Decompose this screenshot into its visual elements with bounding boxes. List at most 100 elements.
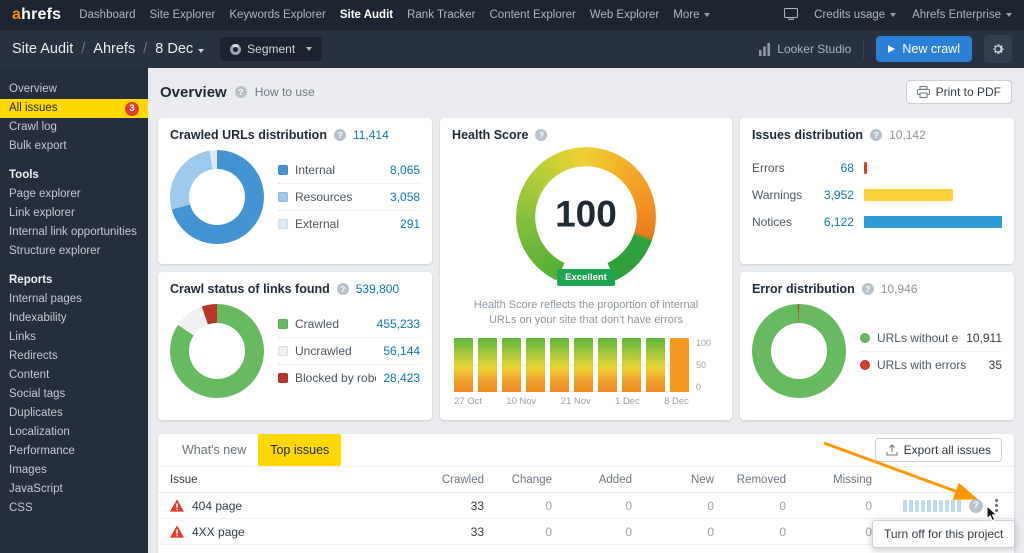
sidebar-item-bulk-export[interactable]: Bulk export <box>0 137 148 156</box>
error-severity-icon <box>170 525 184 538</box>
sidebar-item-all-issues[interactable]: All issues3 <box>0 99 148 118</box>
nav-site-audit[interactable]: Site Audit <box>340 9 393 21</box>
sidebar-item-social-tags[interactable]: Social tags <box>0 385 148 404</box>
notices-bar[interactable] <box>864 216 1002 228</box>
crawled-urls-donut-chart[interactable] <box>170 150 264 244</box>
crawl-date-selector[interactable]: 8 Dec <box>155 41 204 57</box>
page-header: Overview How to use Print to PDF <box>160 80 1012 104</box>
issue-name[interactable]: 404 page <box>192 499 242 513</box>
enterprise-menu[interactable]: Ahrefs Enterprise <box>912 9 1012 21</box>
nav-dashboard[interactable]: Dashboard <box>79 9 135 21</box>
how-to-use-link[interactable]: How to use <box>255 85 315 99</box>
sidebar-item-javascript[interactable]: JavaScript <box>0 480 148 499</box>
chevron-down-icon <box>1006 13 1012 17</box>
distribution-row-notices: Notices 6,122 <box>752 208 1002 235</box>
sidebar-section-tools: Tools <box>0 166 148 185</box>
segment-button[interactable]: Segment <box>220 37 322 61</box>
health-history-y-axis: 100 50 0 <box>696 338 718 392</box>
sidebar-item-link-explorer[interactable]: Link explorer <box>0 204 148 223</box>
issue-help-icon[interactable] <box>969 499 983 513</box>
new-crawl-button[interactable]: New crawl <box>876 36 972 62</box>
toolbar-right: Looker Studio New crawl <box>758 35 1012 63</box>
error-distribution-card: Error distribution 10,946 URLs without e… <box>740 272 1014 420</box>
breadcrumb-project[interactable]: Ahrefs <box>93 41 135 57</box>
nav-site-explorer[interactable]: Site Explorer <box>150 9 216 21</box>
looker-studio-link[interactable]: Looker Studio <box>758 42 851 56</box>
distribution-row-errors: Errors 68 <box>752 154 1002 181</box>
legend-swatch <box>278 219 288 229</box>
help-icon[interactable] <box>870 129 882 141</box>
health-history-x-axis: 27 Oct 10 Nov 21 Nov 1 Dec 8 Dec <box>454 396 689 407</box>
health-score-history-chart[interactable]: 27 Oct 10 Nov 21 Nov 1 Dec 8 Dec 100 50 … <box>452 338 720 407</box>
errors-bar[interactable] <box>864 162 867 174</box>
sidebar-item-content[interactable]: Content <box>0 366 148 385</box>
nav-keywords-explorer[interactable]: Keywords Explorer <box>229 9 326 21</box>
export-all-issues-button[interactable]: Export all issues <box>875 438 1002 462</box>
help-icon[interactable] <box>337 283 349 295</box>
help-icon[interactable] <box>334 129 346 141</box>
sidebar-item-overview[interactable]: Overview <box>0 80 148 99</box>
export-icon <box>886 444 898 456</box>
help-icon[interactable] <box>535 129 547 141</box>
legend-swatch <box>278 319 288 329</box>
print-to-pdf-button[interactable]: Print to PDF <box>906 80 1012 104</box>
sidebar-item-indexability[interactable]: Indexability <box>0 309 148 328</box>
turn-off-menu-item[interactable]: Turn off for this project <box>872 520 1015 548</box>
warnings-bar[interactable] <box>864 189 953 201</box>
settings-button[interactable] <box>984 35 1012 63</box>
sidebar-item-redirects[interactable]: Redirects <box>0 347 148 366</box>
error-distribution-donut-chart[interactable] <box>752 304 846 398</box>
error-distribution-total: 10,946 <box>881 282 918 296</box>
tab-top-issues[interactable]: Top issues <box>258 434 341 466</box>
sidebar-item-internal-link-opportunities[interactable]: Internal link opportunities <box>0 223 148 242</box>
sidebar-item-localization[interactable]: Localization <box>0 423 148 442</box>
crawled-total[interactable]: 11,414 <box>353 128 389 142</box>
sidebar-item-links[interactable]: Links <box>0 328 148 347</box>
help-icon[interactable] <box>862 283 874 295</box>
crawl-status-donut-chart[interactable] <box>170 304 264 398</box>
breadcrumb-separator <box>143 41 147 57</box>
issue-row-404-page[interactable]: 404 page 33 0 0 0 0 0 <box>158 493 1014 519</box>
sidebar-item-performance[interactable]: Performance <box>0 442 148 461</box>
top-navbar: ahrefs Dashboard Site Explorer Keywords … <box>0 0 1024 30</box>
health-score-gauge: 100 Excellent <box>513 144 659 290</box>
breadcrumb-separator <box>81 41 85 57</box>
health-history-bars[interactable] <box>454 338 689 392</box>
links-found-total[interactable]: 539,800 <box>356 282 399 296</box>
help-icon[interactable] <box>235 86 247 98</box>
health-score-description: Health Score reflects the proportion of … <box>460 298 712 328</box>
overview-cards: Crawled URLs distribution 11,414 Interna… <box>158 118 1014 420</box>
sidebar-item-css[interactable]: CSS <box>0 499 148 518</box>
chevron-down-icon <box>890 13 896 17</box>
nav-web-explorer[interactable]: Web Explorer <box>590 9 659 21</box>
looker-studio-icon <box>758 43 771 56</box>
tab-whats-new[interactable]: What's new <box>170 434 258 466</box>
sidebar-item-internal-pages[interactable]: Internal pages <box>0 290 148 309</box>
segment-icon <box>230 44 241 55</box>
issues-tabs: What's new Top issues Export all issues <box>158 434 1014 467</box>
sidebar-item-duplicates[interactable]: Duplicates <box>0 404 148 423</box>
credits-usage-menu[interactable]: Credits usage <box>814 9 896 21</box>
nav-rank-tracker[interactable]: Rank Tracker <box>407 9 475 21</box>
sidebar-section-reports: Reports <box>0 271 148 290</box>
chevron-down-icon <box>198 49 204 53</box>
nav-content-explorer[interactable]: Content Explorer <box>490 9 576 21</box>
display-icon[interactable] <box>784 8 798 23</box>
ahrefs-logo[interactable]: ahrefs <box>12 6 61 24</box>
legend-item: URLs without errors 10,911 <box>860 325 1002 352</box>
gear-icon <box>991 42 1005 56</box>
play-icon <box>888 45 895 53</box>
breadcrumb-site-audit[interactable]: Site Audit <box>12 41 73 57</box>
row-menu-kebab-icon[interactable] <box>991 496 1002 515</box>
sidebar-item-structure-explorer[interactable]: Structure explorer <box>0 242 148 261</box>
issues-total: 10,142 <box>889 128 926 142</box>
sidebar-item-crawl-log[interactable]: Crawl log <box>0 118 148 137</box>
crawled-urls-card: Crawled URLs distribution 11,414 Interna… <box>158 118 432 264</box>
issue-name[interactable]: 4XX page <box>192 525 245 539</box>
project-toolbar: Site Audit Ahrefs 8 Dec Segment Looker S… <box>0 30 1024 68</box>
nav-more[interactable]: More <box>673 9 710 21</box>
sidebar-item-page-explorer[interactable]: Page explorer <box>0 185 148 204</box>
issue-history-sparkline[interactable] <box>903 500 961 512</box>
sidebar-item-images[interactable]: Images <box>0 461 148 480</box>
crawl-status-card: Crawl status of links found 539,800 Craw… <box>158 272 432 420</box>
